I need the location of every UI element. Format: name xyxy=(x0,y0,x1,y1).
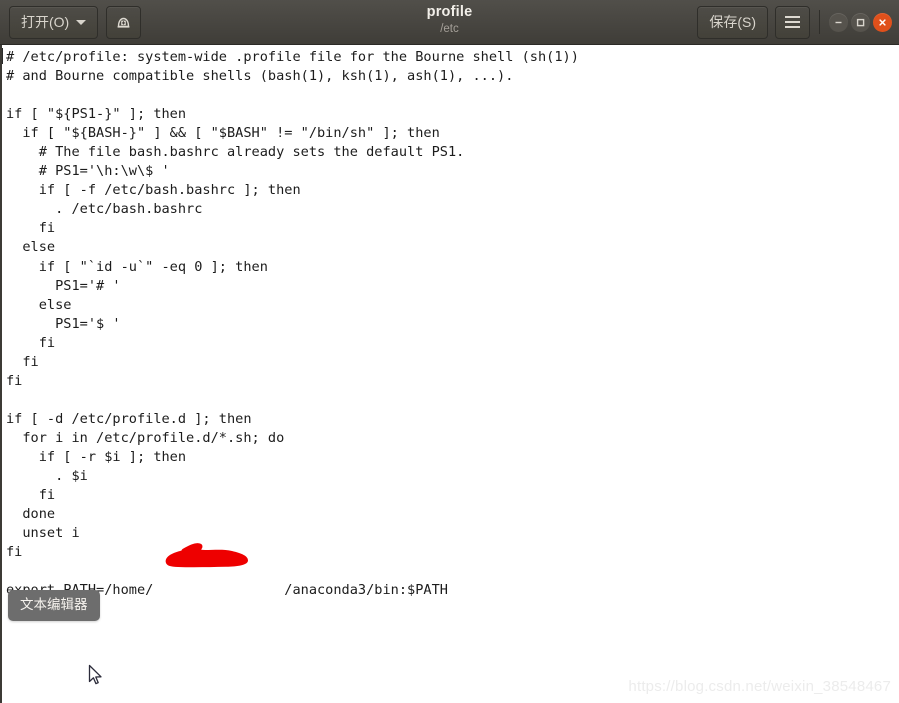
titlebar-left-controls: 打开(O) xyxy=(0,5,142,39)
chevron-down-icon xyxy=(76,19,87,25)
menu-button[interactable] xyxy=(775,5,810,39)
minimize-icon xyxy=(835,21,842,23)
save-as-button[interactable] xyxy=(106,5,142,39)
text-editor-area[interactable]: # /etc/profile: system-wide .profile fil… xyxy=(0,45,899,703)
open-button-label: 打开(O) xyxy=(21,14,70,30)
window-titlebar: 打开(O) profile /etc 保存(S) xyxy=(0,0,899,45)
maximize-icon xyxy=(856,18,865,26)
close-button[interactable] xyxy=(873,12,892,32)
window-controls xyxy=(829,12,892,32)
maximize-button[interactable] xyxy=(851,12,870,32)
taskbar-app-label[interactable]: 文本编辑器 xyxy=(8,590,100,621)
save-button-label: 保存(S) xyxy=(709,14,756,30)
watermark-text: https://blog.csdn.net/weixin_38548467 xyxy=(628,678,891,695)
titlebar-divider xyxy=(819,10,820,34)
open-button[interactable]: 打开(O) xyxy=(9,5,99,39)
titlebar-right-controls: 保存(S) xyxy=(697,5,899,39)
minimize-button[interactable] xyxy=(829,12,848,32)
hamburger-menu-icon xyxy=(785,16,800,28)
text-cursor-caret xyxy=(2,48,3,64)
editor-content[interactable]: # /etc/profile: system-wide .profile fil… xyxy=(2,45,899,600)
close-icon xyxy=(879,18,886,26)
save-button[interactable]: 保存(S) xyxy=(697,5,768,39)
save-as-icon xyxy=(115,12,132,32)
